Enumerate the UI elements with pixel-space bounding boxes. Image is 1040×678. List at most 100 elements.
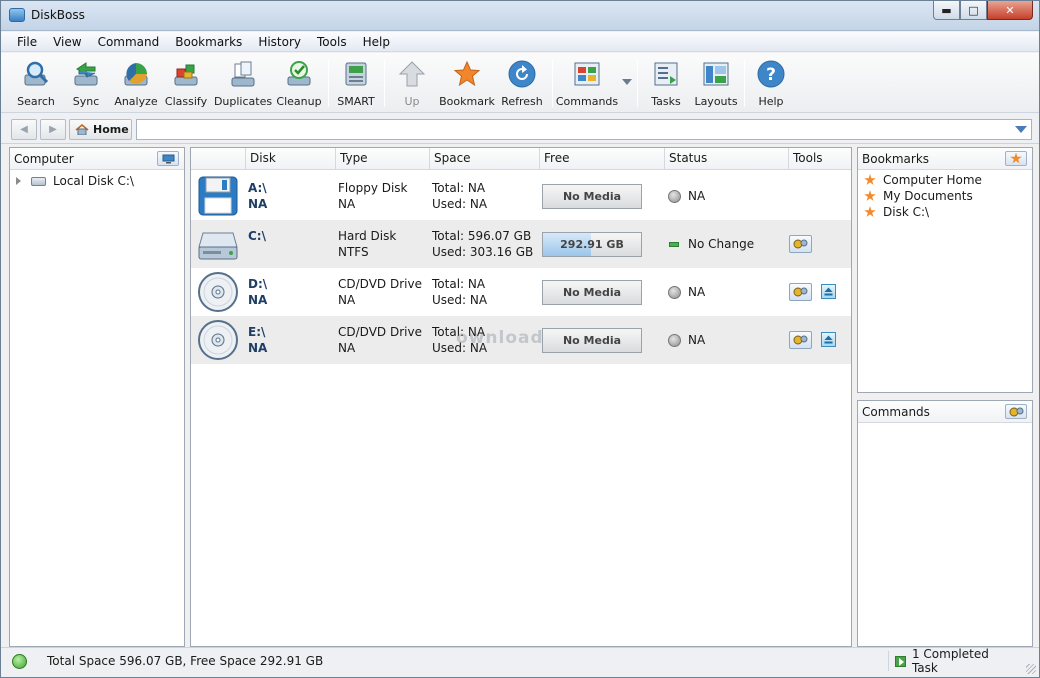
star-icon xyxy=(1010,152,1022,164)
search-button[interactable]: Search xyxy=(11,59,61,108)
classify-button[interactable]: Classify xyxy=(161,59,211,108)
watermark-text: ownload xyxy=(456,328,544,348)
tree-item-local-disk-c[interactable]: Local Disk C:\ xyxy=(10,172,184,190)
navigation-bar: ◀ ▶ Home xyxy=(1,114,1039,144)
floppy-icon xyxy=(198,176,238,216)
eject-button[interactable] xyxy=(821,332,836,347)
disk-type: Floppy Disk xyxy=(338,181,408,195)
column-header-space[interactable]: Space xyxy=(429,148,539,170)
address-input[interactable] xyxy=(136,119,1032,140)
analyze-icon xyxy=(124,63,148,86)
sync-icon xyxy=(74,62,98,86)
minimize-button[interactable]: ▬ xyxy=(933,1,960,20)
star-icon xyxy=(453,60,481,87)
computer-panel-header: Computer xyxy=(10,148,184,170)
home-label: Home xyxy=(93,123,129,136)
smart-button[interactable]: SMART xyxy=(331,59,381,108)
disk-row[interactable]: A:\ NA Floppy Disk NA Total: NA Used: NA… xyxy=(191,172,851,220)
cleanup-icon xyxy=(287,61,311,86)
menu-help[interactable]: Help xyxy=(355,35,398,49)
disk-row[interactable]: C:\ Hard Disk NTFS Total: 596.07 GB Used… xyxy=(191,220,851,268)
free-space-bar: No Media xyxy=(542,184,642,209)
menu-tools[interactable]: Tools xyxy=(309,35,355,49)
resize-grip[interactable] xyxy=(1026,664,1036,674)
status-na-icon xyxy=(668,334,681,347)
window-title: DiskBoss xyxy=(31,8,85,22)
gears-icon xyxy=(793,239,808,249)
disk-name: E:\ xyxy=(248,325,266,339)
bookmarks-panel: Bookmarks Computer Home My Documents Dis… xyxy=(857,147,1033,393)
eject-icon xyxy=(824,287,833,296)
bookmark-label: Computer Home xyxy=(883,173,982,187)
commands-panel-header: Commands xyxy=(858,401,1032,423)
column-header-tools[interactable]: Tools xyxy=(788,148,851,170)
disk-type: CD/DVD Drive xyxy=(338,277,422,291)
duplicates-button[interactable]: Duplicates xyxy=(214,59,272,108)
cleanup-button[interactable]: Cleanup xyxy=(274,59,324,108)
add-bookmark-button[interactable] xyxy=(1005,151,1027,166)
up-button[interactable]: Up xyxy=(387,59,437,108)
address-dropdown-icon[interactable] xyxy=(1015,126,1027,133)
commands-button[interactable]: Commands xyxy=(556,59,618,108)
analyze-button[interactable]: Analyze xyxy=(111,59,161,108)
disk-total: Total: NA xyxy=(432,181,486,195)
disk-name: C:\ xyxy=(248,229,266,243)
disk-total: Total: 596.07 GB xyxy=(432,229,532,243)
disk-total: Total: NA xyxy=(432,277,486,291)
bookmark-item-my-documents[interactable]: My Documents xyxy=(858,188,1032,204)
column-header-type[interactable]: Type xyxy=(335,148,429,170)
sync-button[interactable]: Sync xyxy=(61,59,111,108)
maximize-button[interactable]: □ xyxy=(960,1,987,20)
menu-history[interactable]: History xyxy=(250,35,309,49)
menu-file[interactable]: File xyxy=(9,35,45,49)
no-change-icon xyxy=(669,242,679,247)
menu-bookmarks[interactable]: Bookmarks xyxy=(167,35,250,49)
disk-tools-button[interactable] xyxy=(789,235,812,253)
star-icon xyxy=(864,206,876,217)
column-header-disk[interactable]: Disk xyxy=(245,148,335,170)
disk-status: NA xyxy=(688,333,706,347)
free-space-bar: 292.91 GB xyxy=(542,232,642,257)
column-header-free[interactable]: Free xyxy=(539,148,664,170)
tasks-status[interactable]: 1 Completed Task xyxy=(888,647,1018,675)
tasks-button[interactable]: Tasks xyxy=(641,59,691,108)
tasks-status-text: 1 Completed Task xyxy=(911,647,989,675)
home-button[interactable]: Home xyxy=(69,119,132,140)
eject-button[interactable] xyxy=(821,284,836,299)
expand-arrow-icon[interactable] xyxy=(16,177,21,185)
refresh-button[interactable]: Refresh xyxy=(497,59,547,108)
status-ok-icon xyxy=(12,654,27,669)
star-icon xyxy=(864,174,876,185)
disk-tools-button[interactable] xyxy=(789,283,812,301)
local-disk-icon xyxy=(31,176,46,186)
help-button[interactable]: ? Help xyxy=(746,59,796,108)
disk-status: NA xyxy=(688,285,706,299)
help-icon: ? xyxy=(757,60,785,88)
close-button[interactable]: ✕ xyxy=(987,1,1033,20)
commands-panel-button[interactable] xyxy=(1005,404,1027,419)
commands-panel: Commands xyxy=(857,400,1033,647)
computer-panel-button[interactable] xyxy=(157,151,179,166)
disk-used: Used: 303.16 GB xyxy=(432,245,534,259)
layouts-button[interactable]: Layouts xyxy=(691,59,741,108)
bookmark-item-computer-home[interactable]: Computer Home xyxy=(858,172,1032,188)
icon-column-header xyxy=(191,148,245,170)
back-button[interactable]: ◀ xyxy=(11,119,37,140)
bookmark-button[interactable]: Bookmark xyxy=(439,59,495,108)
disk-row[interactable]: D:\ NA CD/DVD Drive NA Total: NA Used: N… xyxy=(191,268,851,316)
free-space-text: No Media xyxy=(562,334,622,347)
forward-button[interactable]: ▶ xyxy=(40,119,66,140)
title-bar: DiskBoss ▬ □ ✕ xyxy=(1,1,1039,31)
main-toolbar: Search Sync Analyze Classify Duplicates … xyxy=(1,53,1039,113)
bookmark-item-disk-c[interactable]: Disk C:\ xyxy=(858,204,1032,220)
free-space-text: No Media xyxy=(562,286,622,299)
disk-type: CD/DVD Drive xyxy=(338,325,422,339)
menu-view[interactable]: View xyxy=(45,35,89,49)
disk-tools-button[interactable] xyxy=(789,331,812,349)
menu-command[interactable]: Command xyxy=(90,35,168,49)
commands-dropdown-icon[interactable] xyxy=(622,79,632,85)
disk-filesystem: NA xyxy=(338,293,356,307)
column-header-status[interactable]: Status xyxy=(664,148,788,170)
disk-used: Used: NA xyxy=(432,293,488,307)
free-space-bar: No Media xyxy=(542,280,642,305)
